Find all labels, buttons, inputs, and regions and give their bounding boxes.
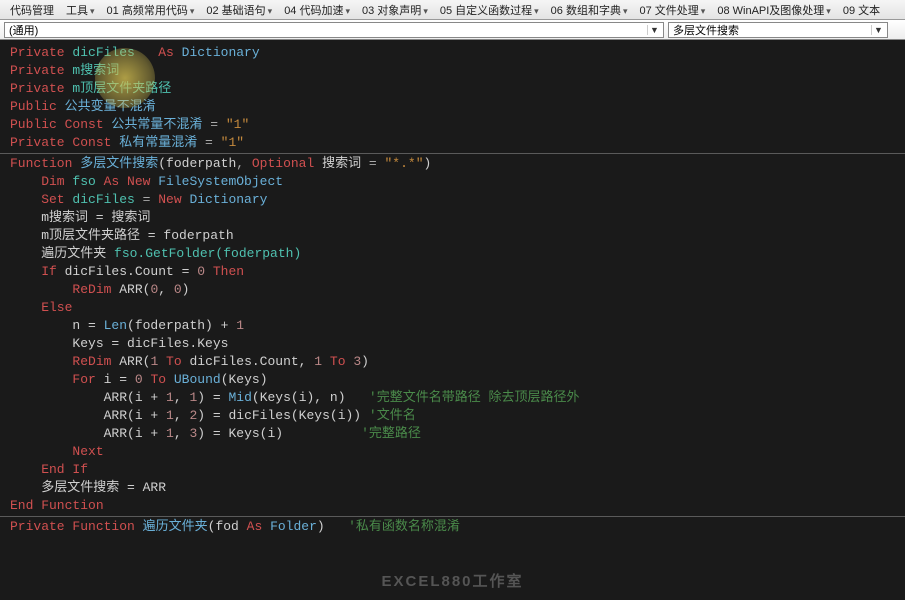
tool-02[interactable]: 02 基础语句 <box>200 2 278 18</box>
tool-06[interactable]: 06 数组和字典 <box>545 2 634 18</box>
tool-09[interactable]: 09 文本 <box>837 2 886 18</box>
tool-07[interactable]: 07 文件处理 <box>634 2 712 18</box>
tool-05[interactable]: 05 自定义函数过程 <box>434 2 545 18</box>
toolbar: 代码管理 工具 01 高频常用代码 02 基础语句 04 代码加速 03 对象声… <box>0 0 905 20</box>
chevron-down-icon: ▼ <box>647 25 661 35</box>
object-dropdown[interactable]: (通用) ▼ <box>4 22 664 38</box>
chevron-down-icon: ▼ <box>871 25 885 35</box>
tool-04[interactable]: 04 代码加速 <box>278 2 356 18</box>
procedure-dropdown[interactable]: 多层文件搜索 ▼ <box>668 22 888 38</box>
code-editor[interactable]: Private dicFiles As Dictionary Private m… <box>0 40 905 600</box>
tool-08[interactable]: 08 WinAPI及图像处理 <box>711 2 837 18</box>
tool-01[interactable]: 01 高频常用代码 <box>101 2 201 18</box>
object-dropdown-value: (通用) <box>9 22 38 38</box>
tool-03[interactable]: 03 对象声明 <box>356 2 434 18</box>
tool-code-mgmt[interactable]: 代码管理 <box>4 2 60 18</box>
procedure-dropdown-value: 多层文件搜索 <box>673 22 739 38</box>
dropdown-bar: (通用) ▼ 多层文件搜索 ▼ <box>0 20 905 40</box>
tool-tools[interactable]: 工具 <box>60 2 101 18</box>
